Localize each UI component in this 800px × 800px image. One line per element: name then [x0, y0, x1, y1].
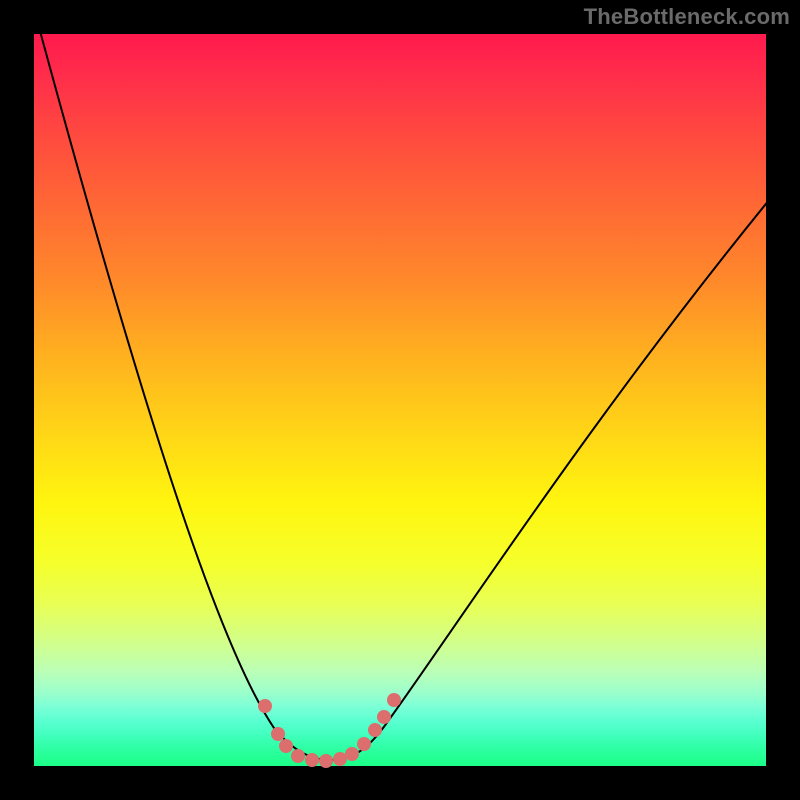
plot-area: [34, 34, 766, 766]
sample-dot: [357, 737, 371, 751]
sample-dot: [377, 710, 391, 724]
sample-dot: [258, 699, 272, 713]
watermark-text: TheBottleneck.com: [584, 4, 790, 30]
sample-dot: [319, 754, 333, 768]
sample-dot: [291, 749, 305, 763]
sample-dot: [305, 753, 319, 767]
sample-dot: [279, 739, 293, 753]
sample-dot: [368, 723, 382, 737]
sample-dot: [345, 747, 359, 761]
dots-layer: [258, 693, 401, 768]
sample-dot: [271, 727, 285, 741]
curve-layer: [30, 0, 774, 760]
chart-frame: TheBottleneck.com: [0, 0, 800, 800]
bottleneck-curve: [30, 0, 774, 760]
sample-dot: [387, 693, 401, 707]
chart-svg: [34, 34, 766, 766]
sample-dot: [333, 752, 347, 766]
